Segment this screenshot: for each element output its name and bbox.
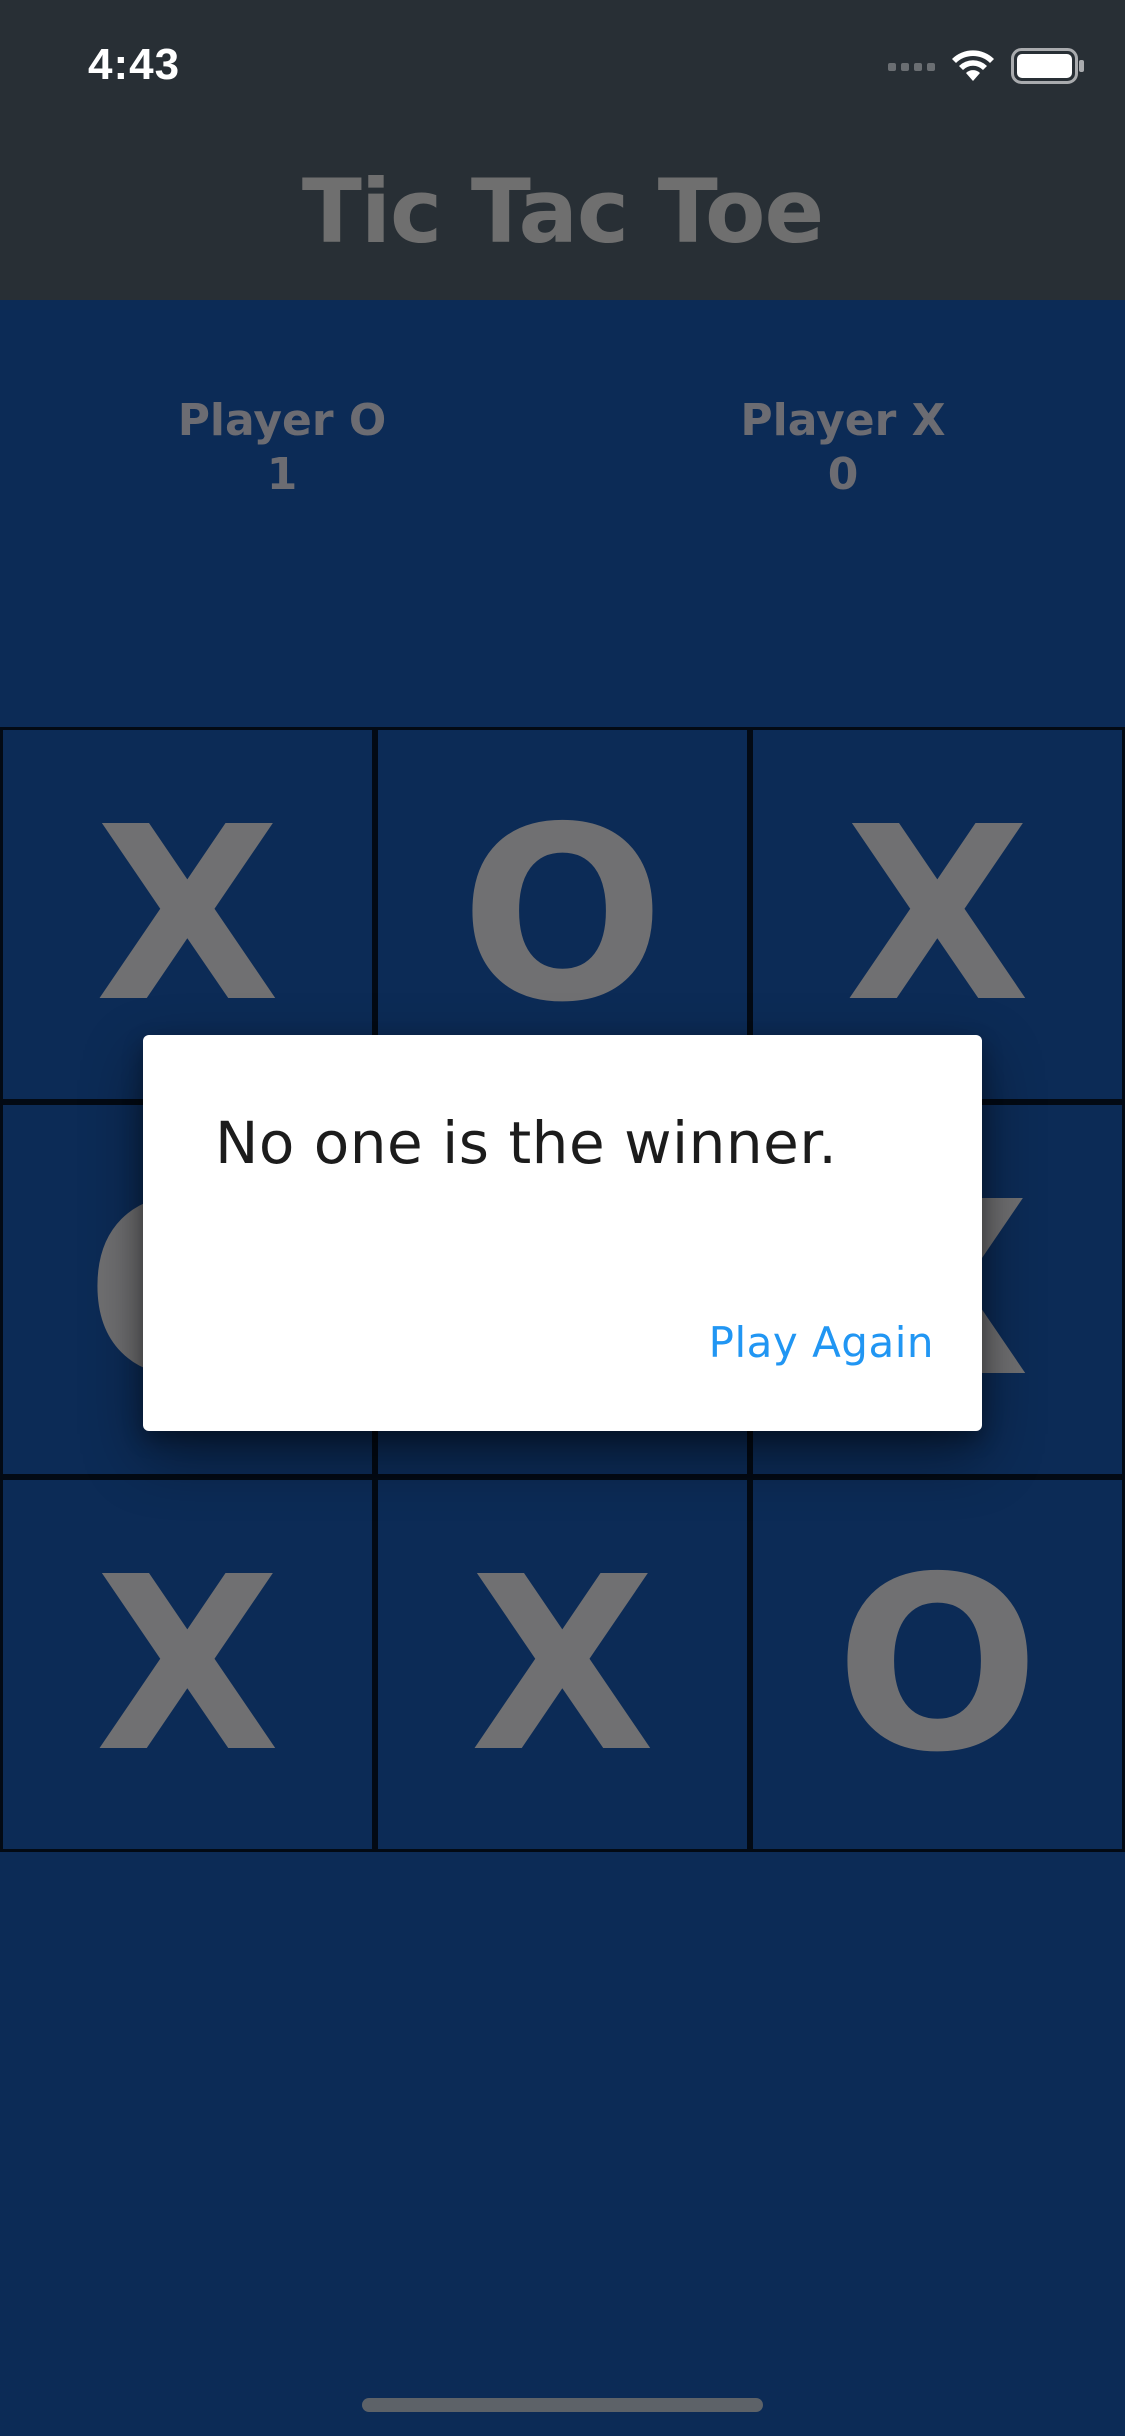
status-icons xyxy=(888,48,1085,84)
player-o-score: Player O 1 xyxy=(132,394,432,502)
play-again-button[interactable]: Play Again xyxy=(709,1310,934,1375)
player-x-score: Player X 0 xyxy=(693,394,993,502)
player-o-label: Player O xyxy=(177,395,387,446)
cell-mark: O xyxy=(835,1524,1040,1805)
wifi-icon xyxy=(952,50,994,81)
board-cell[interactable]: X xyxy=(375,1477,750,1852)
signal-icon xyxy=(888,61,935,71)
app-header: 4:43 Tic Tac Toe xyxy=(0,0,1125,300)
dialog-message: No one is the winner. xyxy=(215,1109,838,1177)
cell-mark: X xyxy=(469,1524,656,1805)
cell-mark: X xyxy=(94,1524,281,1805)
result-dialog: No one is the winner. Play Again xyxy=(143,1035,982,1431)
player-o-count: 1 xyxy=(266,449,298,500)
cell-mark: X xyxy=(844,774,1031,1055)
player-x-label: Player X xyxy=(740,395,946,446)
status-time: 4:43 xyxy=(88,40,181,89)
board-cell[interactable]: O xyxy=(750,1477,1125,1852)
cell-mark: O xyxy=(460,774,665,1055)
battery-icon xyxy=(1011,48,1084,84)
home-indicator[interactable] xyxy=(362,2398,763,2412)
board-cell[interactable]: X xyxy=(0,1477,375,1852)
player-x-count: 0 xyxy=(827,449,859,500)
app-title: Tic Tac Toe xyxy=(301,160,824,263)
cell-mark: X xyxy=(94,774,281,1055)
